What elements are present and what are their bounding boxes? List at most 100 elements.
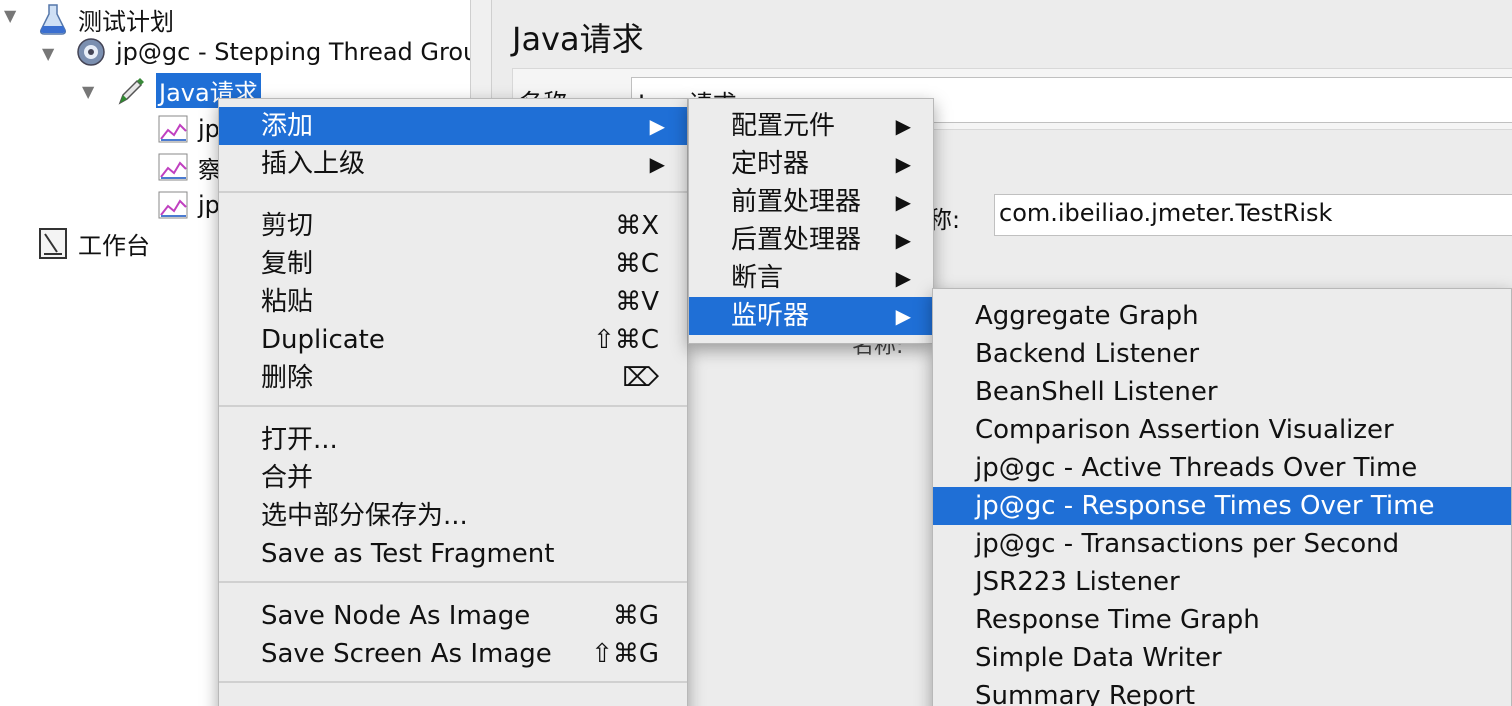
tree-node-thread-group[interactable]: jp@gc - Stepping Thread Grou [74,33,478,71]
submenu-item-pre-processor[interactable]: 前置处理器 ▶ [689,183,933,221]
menu-item-label: 剪切 [261,211,314,241]
menu-item-label: 复制 [261,249,314,279]
triangle-right-icon: ▶ [895,304,911,328]
pipette-icon [114,73,148,107]
menu-item-save-screen-image[interactable]: Save Screen As Image ⇧⌘G [219,635,687,673]
tree-node-label: jp@gc - Stepping Thread Grou [116,38,479,66]
menu-item-label: Save Screen As Image [261,639,552,669]
classname-input[interactable]: com.ibeiliao.jmeter.TestRisk [994,194,1512,236]
menu-item-label: 定时器 [731,149,810,179]
listener-item[interactable]: JSR223 Listener [933,563,1511,601]
menu-separator [219,405,687,407]
tree-node-label: jp [198,115,220,143]
listener-item[interactable]: Backend Listener [933,335,1511,373]
listener-item[interactable]: Summary Report [933,677,1511,706]
delete-key-icon: ⌦ [622,363,659,393]
shortcut-label: ⇧⌘G [591,639,659,669]
submenu-item-timer[interactable]: 定时器 ▶ [689,145,933,183]
add-submenu: 配置元件 ▶ 定时器 ▶ 前置处理器 ▶ 后置处理器 ▶ 断言 ▶ 监听器 ▶ [688,98,934,344]
listener-item[interactable]: Aggregate Graph [933,297,1511,335]
menu-item-open[interactable]: 打开... [219,421,687,459]
graph-icon [156,150,190,184]
shortcut-label: ⇧⌘C [593,325,659,355]
listener-item[interactable]: Response Time Graph [933,601,1511,639]
listener-item[interactable]: BeanShell Listener [933,373,1511,411]
gear-icon [74,35,108,69]
tree-node-label: 工作台 [78,231,150,260]
listener-item[interactable]: Comparison Assertion Visualizer [933,411,1511,449]
graph-icon [156,188,190,222]
tree-node-listener[interactable]: 察 [156,148,222,186]
submenu-item-assertion[interactable]: 断言 ▶ [689,259,933,297]
tree-node-listener[interactable]: jp [156,186,220,224]
menu-item-label: Backend Listener [975,339,1200,369]
tree-node-workbench[interactable]: 工作台 [36,224,150,262]
menu-item-label: 删除 [261,363,314,393]
menu-item-label: 插入上级 [261,149,366,179]
menu-item-save-selection[interactable]: 选中部分保存为... [219,497,687,535]
submenu-item-post-processor[interactable]: 后置处理器 ▶ [689,221,933,259]
menu-separator [219,681,687,683]
submenu-item-config-element[interactable]: 配置元件 ▶ [689,107,933,145]
menu-item-label: Duplicate [261,325,385,355]
tree-node-label: 测试计划 [78,7,174,36]
triangle-right-icon: ▶ [895,114,911,138]
menu-item-label: Summary Report [975,681,1196,706]
submenu-item-listener[interactable]: 监听器 ▶ [689,297,933,335]
expand-arrow-icon[interactable]: ▼ [82,82,94,101]
tree-node-label: jp [198,191,220,219]
menu-item-label: 合并 [261,463,314,493]
triangle-right-icon: ▶ [895,228,911,252]
menu-item-label: JSR223 Listener [975,567,1180,597]
menu-item-label: 监听器 [731,301,810,331]
menu-item-label: 断言 [731,263,784,293]
menu-item-label: jp@gc - Transactions per Second [975,529,1400,559]
menu-item-label: Response Time Graph [975,605,1260,635]
menu-separator [219,581,687,583]
menu-item-save-test-fragment[interactable]: Save as Test Fragment [219,535,687,573]
tree-node-listener[interactable]: jp [156,110,220,148]
menu-item-label: 后置处理器 [731,225,862,255]
menu-item-insert-parent[interactable]: 插入上级 ▶ [219,145,687,183]
context-menu: 添加 ▶ 插入上级 ▶ 剪切 ⌘X 复制 ⌘C 粘贴 ⌘V Duplicate … [218,98,688,706]
menu-separator [219,191,687,193]
listener-item[interactable]: jp@gc - Active Threads Over Time [933,449,1511,487]
menu-item-delete[interactable]: 删除 ⌦ [219,359,687,397]
listener-item-highlighted[interactable]: jp@gc - Response Times Over Time [933,487,1511,525]
menu-item-label: BeanShell Listener [975,377,1218,407]
menu-item-label: Simple Data Writer [975,643,1222,673]
shortcut-label: ⌘C [614,249,659,279]
menu-item-label: 粘贴 [261,287,314,317]
flask-icon [36,2,70,36]
triangle-right-icon: ▶ [649,152,665,176]
menu-item-label: 添加 [261,111,314,141]
menu-item-label: Comparison Assertion Visualizer [975,415,1394,445]
triangle-right-icon: ▶ [895,152,911,176]
listener-submenu: Aggregate Graph Backend Listener BeanShe… [932,288,1512,706]
menu-item-label: Save Node As Image [261,601,531,631]
menu-item-paste[interactable]: 粘贴 ⌘V [219,283,687,321]
expand-arrow-icon[interactable]: ▼ [42,44,54,63]
shortcut-label: ⌘G [612,601,659,631]
triangle-right-icon: ▶ [895,266,911,290]
panel-title: Java请求 [512,20,644,58]
clipboard-icon [36,226,70,260]
menu-item-merge[interactable]: 合并 [219,459,687,497]
menu-item-copy[interactable]: 复制 ⌘C [219,245,687,283]
menu-item-label: 前置处理器 [731,187,862,217]
graph-icon [156,112,190,146]
expand-arrow-icon[interactable]: ▼ [4,6,16,25]
menu-item-label: Aggregate Graph [975,301,1199,331]
menu-item-save-node-image[interactable]: Save Node As Image ⌘G [219,597,687,635]
menu-item-cut[interactable]: 剪切 ⌘X [219,207,687,245]
menu-item-label: 配置元件 [731,111,836,141]
menu-item-add[interactable]: 添加 ▶ [219,107,687,145]
listener-item[interactable]: jp@gc - Transactions per Second [933,525,1511,563]
menu-item-label: jp@gc - Response Times Over Time [975,491,1435,521]
menu-item-duplicate[interactable]: Duplicate ⇧⌘C [219,321,687,359]
listener-item[interactable]: Simple Data Writer [933,639,1511,677]
triangle-right-icon: ▶ [895,190,911,214]
shortcut-label: ⌘V [615,287,659,317]
menu-item-label: 打开... [261,425,338,455]
shortcut-label: ⌘X [615,211,659,241]
